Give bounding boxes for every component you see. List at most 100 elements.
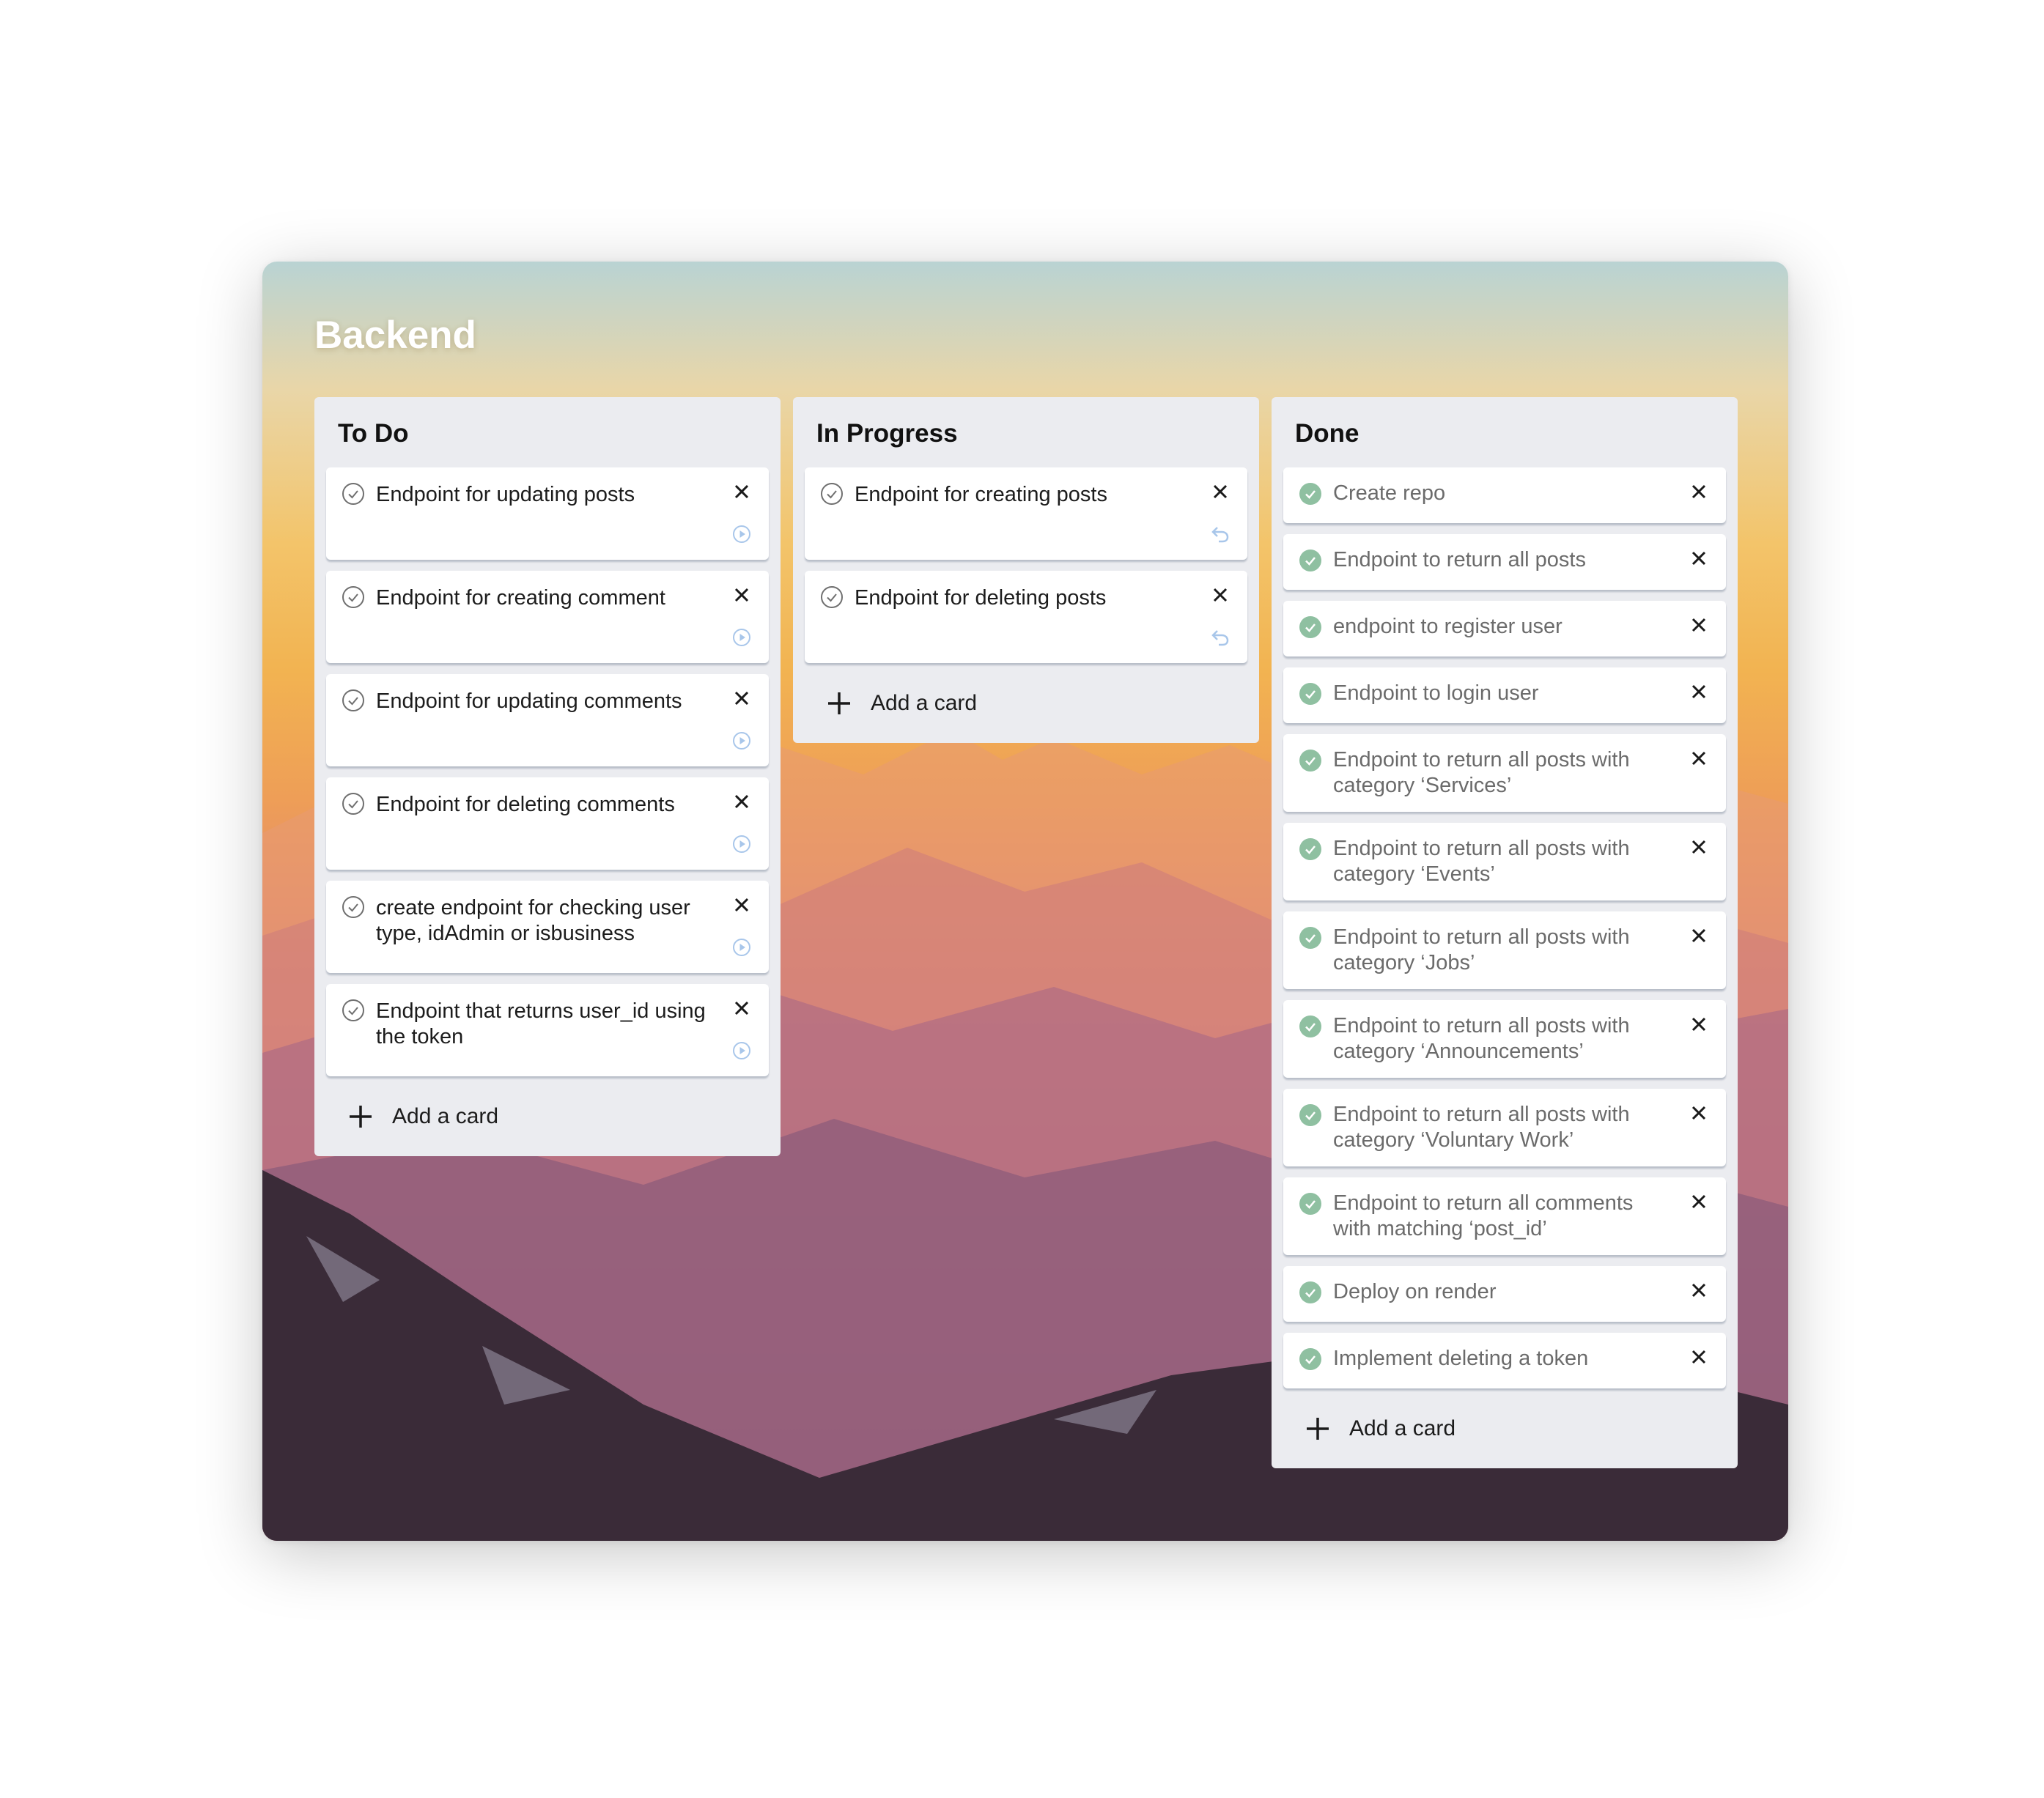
- card-text: Endpoint to return all posts with catego…: [1333, 748, 1630, 797]
- close-icon[interactable]: [1688, 1279, 1710, 1301]
- list-title: Done: [1295, 419, 1359, 448]
- task-card[interactable]: Deploy on render: [1283, 1266, 1726, 1322]
- check-circle-filled-icon[interactable]: [1298, 1191, 1323, 1216]
- card-text: Endpoint to return all posts with catego…: [1333, 837, 1630, 886]
- task-card[interactable]: Endpoint for deleting comments: [326, 777, 769, 870]
- card-text: endpoint to register user: [1333, 615, 1562, 638]
- close-icon[interactable]: [1688, 614, 1710, 636]
- board-title: Backend: [314, 314, 476, 357]
- undo-icon[interactable]: [1209, 523, 1231, 545]
- check-circle-filled-icon[interactable]: [1298, 615, 1323, 640]
- card-text: Deploy on render: [1333, 1280, 1497, 1303]
- close-icon[interactable]: [731, 584, 753, 606]
- card-text: Endpoint to return all posts with catego…: [1333, 925, 1630, 974]
- list-title: To Do: [338, 419, 409, 448]
- task-card[interactable]: Endpoint for updating posts: [326, 467, 769, 560]
- check-circle-filled-icon[interactable]: [1298, 1014, 1323, 1039]
- close-icon[interactable]: [731, 791, 753, 813]
- play-circle-icon[interactable]: [731, 523, 753, 545]
- task-card[interactable]: Endpoint to return all posts with catego…: [1283, 734, 1726, 812]
- task-card[interactable]: Endpoint to return all posts with catego…: [1283, 1000, 1726, 1078]
- check-circle-icon[interactable]: [341, 585, 366, 610]
- task-card[interactable]: endpoint to register user: [1283, 601, 1726, 656]
- close-icon[interactable]: [1688, 1346, 1710, 1368]
- add-card-button[interactable]: Add a card: [1283, 1399, 1726, 1458]
- play-circle-icon[interactable]: [731, 626, 753, 648]
- add-card-label: Add a card: [871, 691, 978, 715]
- check-circle-icon[interactable]: [819, 481, 844, 506]
- check-circle-icon[interactable]: [341, 688, 366, 713]
- card-text: Create repo: [1333, 481, 1446, 505]
- add-card-button[interactable]: Add a card: [326, 1087, 769, 1146]
- list-done: Done Create repo Endpoint to return all …: [1272, 397, 1738, 1468]
- task-card[interactable]: Endpoint for updating comments: [326, 674, 769, 766]
- task-card[interactable]: Endpoint that returns user_id using the …: [326, 984, 769, 1076]
- check-circle-icon[interactable]: [341, 791, 366, 816]
- card-text: Endpoint for creating posts: [855, 483, 1107, 506]
- close-icon[interactable]: [1688, 547, 1710, 569]
- card-text: Endpoint to return all posts: [1333, 548, 1586, 571]
- close-icon[interactable]: [1688, 1013, 1710, 1035]
- task-card[interactable]: Endpoint for creating posts: [805, 467, 1247, 560]
- task-card[interactable]: Endpoint to return all posts: [1283, 534, 1726, 590]
- add-card-label: Add a card: [1349, 1416, 1456, 1440]
- close-icon[interactable]: [731, 481, 753, 503]
- task-card[interactable]: Endpoint to return all posts with catego…: [1283, 911, 1726, 989]
- play-circle-icon[interactable]: [731, 730, 753, 752]
- undo-icon[interactable]: [1209, 626, 1231, 648]
- play-circle-icon[interactable]: [731, 833, 753, 855]
- check-circle-filled-icon[interactable]: [1298, 681, 1323, 706]
- check-circle-filled-icon[interactable]: [1298, 1103, 1323, 1128]
- task-card[interactable]: Endpoint to return all comments with mat…: [1283, 1177, 1726, 1255]
- card-text: Endpoint that returns user_id using the …: [376, 999, 706, 1048]
- check-circle-icon[interactable]: [341, 895, 366, 920]
- play-circle-icon[interactable]: [731, 1040, 753, 1062]
- check-circle-filled-icon[interactable]: [1298, 748, 1323, 773]
- close-icon[interactable]: [1688, 1102, 1710, 1124]
- check-circle-filled-icon[interactable]: [1298, 837, 1323, 862]
- card-text: Endpoint for deleting comments: [376, 793, 675, 816]
- check-circle-filled-icon[interactable]: [1298, 1280, 1323, 1305]
- check-circle-icon[interactable]: [341, 998, 366, 1023]
- close-icon[interactable]: [1688, 747, 1710, 769]
- add-card-button[interactable]: Add a card: [805, 674, 1247, 733]
- plus-icon: [828, 692, 850, 714]
- card-text: Implement deleting a token: [1333, 1347, 1589, 1370]
- card-text: create endpoint for checking user type, …: [376, 896, 690, 945]
- close-icon[interactable]: [1688, 925, 1710, 947]
- close-icon[interactable]: [1688, 681, 1710, 703]
- task-card[interactable]: Endpoint to return all posts with catego…: [1283, 1089, 1726, 1166]
- list-title: In Progress: [816, 419, 958, 448]
- task-card[interactable]: Create repo: [1283, 467, 1726, 523]
- card-text: Endpoint to return all posts with catego…: [1333, 1014, 1630, 1063]
- play-circle-icon[interactable]: [731, 936, 753, 958]
- close-icon[interactable]: [731, 687, 753, 709]
- check-circle-filled-icon[interactable]: [1298, 925, 1323, 950]
- check-circle-filled-icon[interactable]: [1298, 548, 1323, 573]
- card-text: Endpoint to return all comments with mat…: [1333, 1191, 1634, 1240]
- close-icon[interactable]: [1209, 481, 1231, 503]
- card-text: Endpoint for updating posts: [376, 483, 635, 506]
- add-card-label: Add a card: [392, 1104, 499, 1128]
- task-card[interactable]: Endpoint for deleting posts: [805, 571, 1247, 663]
- close-icon[interactable]: [731, 894, 753, 916]
- task-card[interactable]: Endpoint to login user: [1283, 667, 1726, 723]
- check-circle-filled-icon[interactable]: [1298, 1347, 1323, 1372]
- check-circle-icon[interactable]: [819, 585, 844, 610]
- task-card[interactable]: create endpoint for checking user type, …: [326, 881, 769, 973]
- close-icon[interactable]: [1209, 584, 1231, 606]
- close-icon[interactable]: [731, 997, 753, 1019]
- close-icon[interactable]: [1688, 481, 1710, 503]
- card-text: Endpoint for deleting posts: [855, 586, 1107, 610]
- board-window: Backend To Do Endpoint for updating post…: [262, 262, 1788, 1541]
- plus-icon: [350, 1106, 372, 1128]
- plus-icon: [1307, 1418, 1329, 1440]
- close-icon[interactable]: [1688, 836, 1710, 858]
- task-card[interactable]: Endpoint to return all posts with catego…: [1283, 823, 1726, 900]
- task-card[interactable]: Endpoint for creating comment: [326, 571, 769, 663]
- list-todo: To Do Endpoint for updating posts Endpoi…: [314, 397, 781, 1156]
- close-icon[interactable]: [1688, 1191, 1710, 1213]
- check-circle-filled-icon[interactable]: [1298, 481, 1323, 506]
- check-circle-icon[interactable]: [341, 481, 366, 506]
- task-card[interactable]: Implement deleting a token: [1283, 1333, 1726, 1388]
